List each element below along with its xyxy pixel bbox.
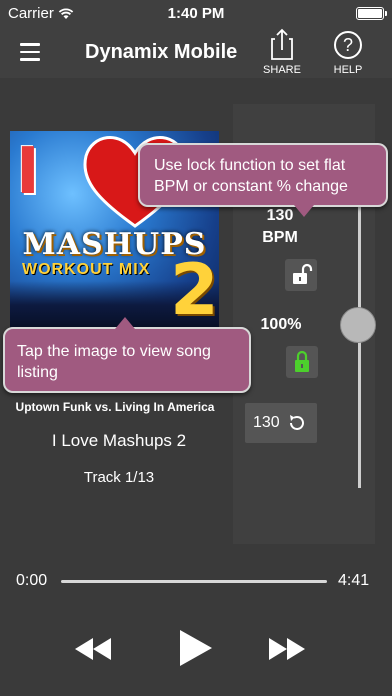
tempo-slider-thumb[interactable] bbox=[340, 307, 376, 343]
fast-forward-icon bbox=[269, 638, 305, 660]
rewind-button[interactable] bbox=[74, 636, 112, 662]
bpm-unit: BPM bbox=[262, 229, 298, 246]
album-art-letter: I bbox=[16, 135, 40, 209]
image-tooltip: Tap the image to view song listing bbox=[3, 317, 251, 393]
menu-button[interactable] bbox=[20, 43, 42, 61]
hamburger-icon bbox=[20, 43, 40, 46]
status-bar: Carrier 1:40 PM bbox=[0, 0, 392, 28]
share-icon bbox=[271, 28, 293, 60]
album-name: I Love Mashups 2 bbox=[51, 431, 187, 450]
percent-value: 100% bbox=[260, 316, 302, 333]
bpm-lock-button[interactable] bbox=[285, 259, 317, 291]
play-icon bbox=[180, 630, 212, 666]
fast-forward-button[interactable] bbox=[268, 636, 306, 662]
help-button[interactable]: ? HELP bbox=[324, 28, 372, 78]
elapsed-time: 0:00 bbox=[16, 572, 48, 589]
reset-bpm-value: 130 bbox=[253, 414, 280, 431]
status-time: 1:40 PM bbox=[167, 5, 225, 22]
song-title: Uptown Funk vs. Living In America bbox=[15, 400, 215, 414]
tempo-reset-button[interactable]: 130 bbox=[245, 403, 317, 443]
total-time: 4:41 bbox=[338, 572, 370, 589]
lock-tooltip: Use lock function to set flat BPM or con… bbox=[138, 143, 388, 217]
unlock-icon bbox=[293, 263, 313, 284]
share-label: SHARE bbox=[263, 64, 301, 76]
battery-icon bbox=[356, 7, 387, 20]
nav-bar: Dynamix Mobile SHARE ? HELP bbox=[0, 28, 392, 78]
help-icon: ? bbox=[334, 31, 362, 59]
album-art-number: 2 bbox=[170, 249, 219, 331]
progress-bar[interactable] bbox=[61, 580, 327, 583]
help-label: HELP bbox=[333, 64, 363, 76]
percent-lock-button[interactable] bbox=[286, 346, 318, 378]
app-title: Dynamix Mobile bbox=[85, 41, 238, 63]
share-button[interactable]: SHARE bbox=[258, 28, 306, 78]
lock-icon bbox=[295, 350, 309, 372]
reset-icon bbox=[289, 415, 304, 430]
album-art-subtitle: WORKOUT MIX bbox=[22, 261, 151, 278]
play-button[interactable] bbox=[176, 628, 216, 668]
track-number: Track 1/13 bbox=[83, 469, 155, 486]
rewind-icon bbox=[75, 638, 111, 660]
